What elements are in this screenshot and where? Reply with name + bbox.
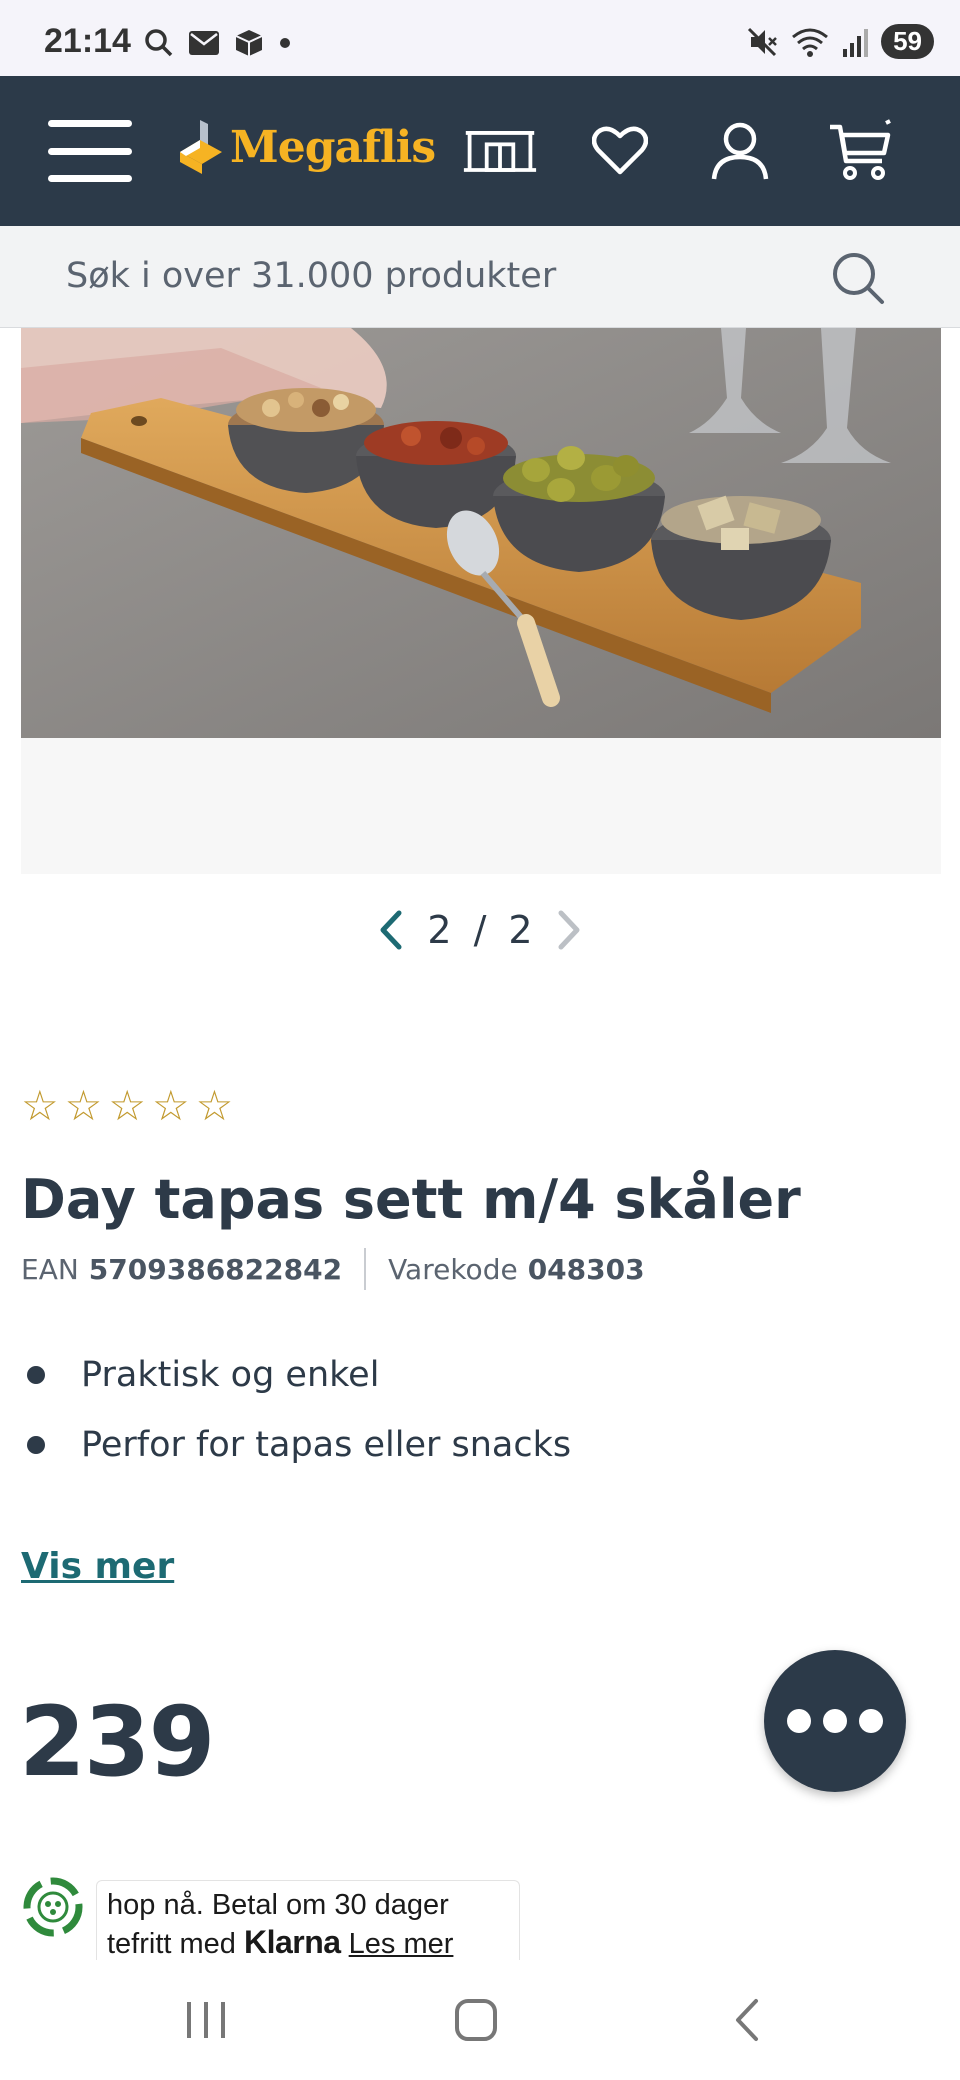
pager-total: 2 bbox=[508, 908, 533, 952]
product-title: Day tapas sett m/4 skåler bbox=[21, 1168, 801, 1231]
klarna-banner[interactable]: hop nå. Betal om 30 dager tefritt med Kl… bbox=[96, 1880, 520, 1960]
bullet-icon bbox=[27, 1436, 45, 1454]
feature-text: Perfor for tapas eller snacks bbox=[81, 1425, 572, 1465]
search-bar[interactable]: Søk i over 31.000 produkter bbox=[0, 226, 960, 328]
search-icon[interactable] bbox=[828, 248, 888, 308]
status-time: 21:14 bbox=[44, 22, 131, 60]
star-icon: ☆ bbox=[151, 1081, 190, 1130]
bullet-icon bbox=[27, 1366, 45, 1384]
wifi-icon bbox=[792, 28, 829, 57]
battery-badge: 59 bbox=[881, 24, 934, 59]
klarna-line2: tefritt med bbox=[107, 1928, 236, 1960]
klarna-read-more-link[interactable]: Les mer bbox=[349, 1928, 454, 1960]
feature-list: Praktisk og enkel Perfor for tapas eller… bbox=[21, 1340, 571, 1480]
logo-mark-icon bbox=[180, 120, 222, 174]
product-gallery[interactable] bbox=[21, 328, 941, 874]
price: 239 bbox=[19, 1686, 215, 1798]
menu-icon[interactable] bbox=[48, 120, 132, 182]
search-input[interactable]: Søk i over 31.000 produkter bbox=[66, 256, 556, 296]
pager-current: 2 bbox=[427, 908, 452, 952]
show-more-link[interactable]: Vis mer bbox=[21, 1546, 174, 1587]
star-icon: ☆ bbox=[108, 1081, 146, 1130]
star-rating[interactable]: ☆ ☆ ☆ ☆ ☆ bbox=[21, 1082, 233, 1130]
package-icon bbox=[235, 30, 263, 56]
megaflis-logo[interactable]: Megaflis bbox=[178, 118, 436, 176]
divider bbox=[364, 1248, 367, 1290]
product-codes: EAN 5709386822842 Varekode 048303 bbox=[21, 1248, 645, 1290]
code-value: 048303 bbox=[527, 1252, 645, 1286]
chevron-left-icon[interactable] bbox=[377, 909, 405, 951]
star-icon: ☆ bbox=[195, 1081, 234, 1130]
gallery-pager: 2 / 2 bbox=[0, 900, 960, 960]
dot-icon bbox=[787, 1709, 811, 1733]
status-bar: 21:14 59 bbox=[0, 0, 960, 76]
ean-value: 5709386822842 bbox=[88, 1252, 343, 1286]
list-item: Perfor for tapas eller snacks bbox=[21, 1410, 571, 1480]
dot-icon bbox=[859, 1709, 883, 1733]
klarna-logo: Klarna bbox=[244, 1924, 341, 1960]
search-icon bbox=[145, 29, 173, 57]
user-icon[interactable] bbox=[702, 116, 778, 186]
chevron-right-icon[interactable] bbox=[555, 909, 583, 951]
dot-icon bbox=[823, 1709, 847, 1733]
heart-icon[interactable] bbox=[582, 116, 658, 186]
feature-text: Praktisk og enkel bbox=[81, 1355, 380, 1395]
klarna-line1: hop nå. Betal om 30 dager bbox=[107, 1889, 449, 1921]
site-header: Megaflis bbox=[0, 76, 960, 226]
back-icon[interactable] bbox=[706, 1990, 786, 2050]
home-icon[interactable] bbox=[436, 1990, 516, 2050]
signal-icon bbox=[843, 28, 869, 57]
more-options-button[interactable] bbox=[764, 1650, 906, 1792]
list-item: Praktisk og enkel bbox=[21, 1340, 571, 1410]
system-nav-bar bbox=[0, 1960, 960, 2080]
star-icon: ☆ bbox=[64, 1081, 103, 1130]
mail-icon bbox=[189, 31, 219, 55]
code-label: Varekode bbox=[388, 1252, 518, 1286]
cart-icon[interactable] bbox=[822, 116, 898, 186]
pager-separator: / bbox=[473, 908, 487, 952]
recycle-icon bbox=[23, 1877, 83, 1937]
mute-icon bbox=[748, 27, 777, 56]
recents-icon[interactable] bbox=[166, 1990, 246, 2050]
dot-icon bbox=[280, 38, 290, 48]
product-image bbox=[21, 328, 941, 738]
store-icon[interactable] bbox=[462, 116, 538, 186]
brand-name: Megaflis bbox=[230, 121, 436, 173]
ean-label: EAN bbox=[21, 1252, 79, 1286]
star-icon: ☆ bbox=[21, 1081, 59, 1130]
